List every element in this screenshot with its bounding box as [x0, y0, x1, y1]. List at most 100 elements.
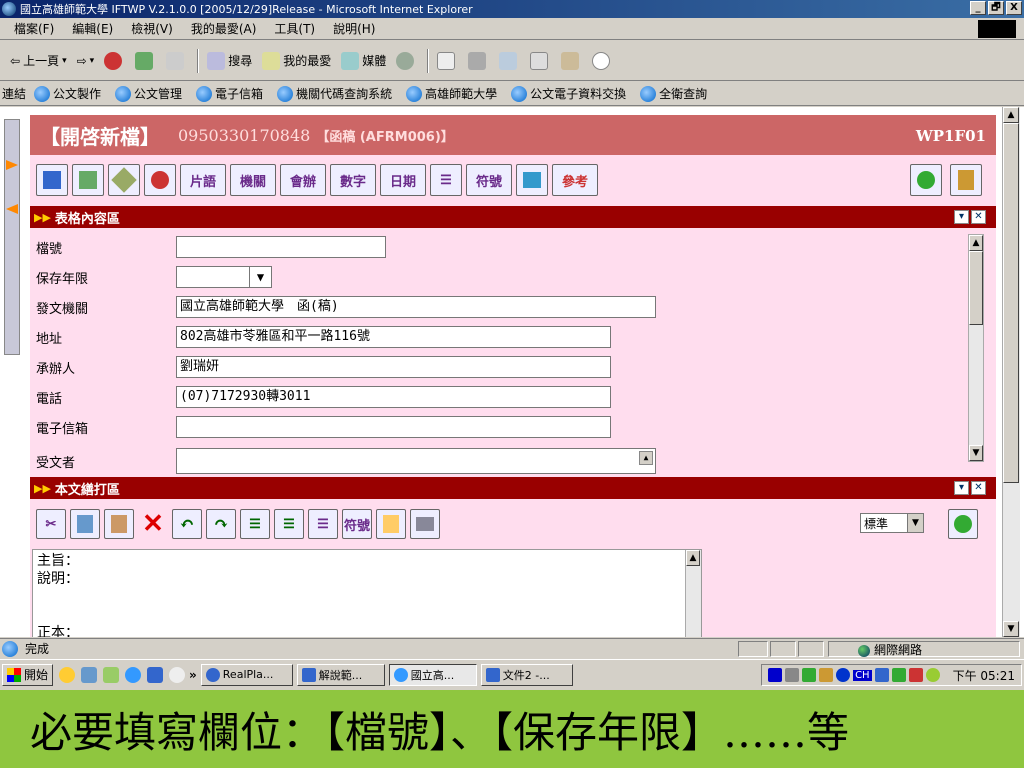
numbered-list-button[interactable]: ☰ [430, 164, 462, 196]
phrase-button[interactable]: 片語 [180, 164, 226, 196]
recipient-input[interactable]: ▲ [176, 448, 656, 474]
close-section-button[interactable]: ✕ [971, 481, 986, 495]
form-scrollbar[interactable]: ▲ ▼ [968, 234, 984, 462]
clipboard-button[interactable] [376, 509, 406, 539]
menu-file[interactable]: 檔案(F) [14, 20, 54, 37]
volume-icon[interactable] [785, 668, 800, 682]
stop-button[interactable] [104, 51, 125, 70]
file-no-input[interactable] [176, 236, 386, 258]
mail-button[interactable] [437, 51, 458, 70]
email-input[interactable] [176, 416, 611, 438]
edit-button[interactable] [499, 51, 520, 70]
scroll-up-button[interactable]: ▲ [686, 550, 700, 566]
redo-button[interactable]: ↷ [206, 509, 236, 539]
forward-button[interactable]: ⇨ ▾ [77, 54, 95, 68]
scroll-down-button[interactable]: ▼ [1003, 621, 1019, 637]
users-icon[interactable] [891, 668, 906, 682]
paste-special-button[interactable] [104, 509, 134, 539]
ime-icon[interactable] [874, 668, 889, 682]
exit-button[interactable] [950, 164, 982, 196]
issuer-input[interactable]: 國立高雄師範大學 函(稿) [176, 296, 656, 318]
undo-button[interactable]: ↶ [172, 509, 202, 539]
style-select[interactable]: 標準 ▼ [860, 513, 924, 533]
info-button[interactable] [144, 164, 176, 196]
collapse-section-button[interactable]: ▾ [954, 210, 969, 224]
tray-security-icon[interactable] [925, 668, 940, 682]
close-button[interactable]: X [1006, 1, 1022, 15]
media-button[interactable]: 媒體 [341, 51, 386, 70]
quicklaunch-search-icon[interactable] [81, 666, 98, 683]
refresh-button[interactable] [135, 51, 156, 70]
quicklaunch-messenger-icon[interactable] [169, 666, 186, 683]
discuss-button[interactable] [530, 51, 551, 70]
layout-button[interactable] [516, 164, 548, 196]
tray-app-icon[interactable] [819, 668, 834, 682]
date-button[interactable]: 日期 [380, 164, 426, 196]
back-button[interactable]: ⇦ 上一頁 ▾ [10, 52, 67, 69]
search-button[interactable]: 搜尋 [207, 51, 252, 70]
symbol-button[interactable]: 符號 [466, 164, 512, 196]
scroll-down-button[interactable]: ▼ [969, 445, 983, 461]
print-button[interactable] [468, 51, 489, 70]
favorites-button[interactable]: 我的最愛 [262, 51, 331, 70]
indent-button[interactable]: ☰ [240, 509, 270, 539]
agency-button[interactable]: 機關 [230, 164, 276, 196]
editor-scrollbar[interactable]: ▲ [685, 550, 701, 637]
tray-alert-icon[interactable] [908, 668, 923, 682]
task-word-doc2[interactable]: 文件2 -... [480, 663, 573, 686]
messenger-button[interactable] [592, 51, 613, 70]
link-university[interactable]: 高雄師範大學 [406, 85, 497, 102]
dropdown-arrow-icon[interactable]: ▼ [907, 514, 923, 532]
copy-button[interactable] [70, 509, 100, 539]
close-section-button[interactable]: ✕ [971, 210, 986, 224]
scroll-up-arrow-icon[interactable]: ▲ [639, 451, 653, 465]
task-ie-university[interactable]: 國立高... [388, 663, 477, 686]
link-edi[interactable]: 公文電子資料交換 [511, 85, 626, 102]
scroll-thumb[interactable] [969, 251, 983, 325]
numbered-list-button[interactable]: ☰ [308, 509, 338, 539]
edit-button[interactable] [108, 164, 140, 196]
history-button[interactable] [396, 51, 417, 70]
body-text-editor[interactable]: 主旨： 說明： 正本： ▲ [32, 549, 702, 637]
expand-arrow-icon[interactable] [6, 160, 18, 170]
scroll-up-button[interactable]: ▲ [969, 235, 983, 251]
link-official-doc-make[interactable]: 公文製作 [34, 85, 101, 102]
side-toggle-panel[interactable] [4, 119, 20, 355]
minimize-button[interactable]: _ [970, 1, 986, 15]
phone-input[interactable]: (07)7172930轉3011 [176, 386, 611, 408]
refresh-editor-button[interactable] [948, 509, 978, 539]
handler-input[interactable]: 劉瑞妍 [176, 356, 611, 378]
number-button[interactable]: 數字 [330, 164, 376, 196]
home-button[interactable] [166, 51, 187, 70]
retention-select[interactable]: ▼ [176, 266, 272, 288]
maximize-button[interactable]: 🗗 [988, 1, 1004, 15]
link-agency-code[interactable]: 機關代碼查詢系統 [277, 85, 392, 102]
quicklaunch-media-icon[interactable] [59, 666, 76, 683]
task-word-explain[interactable]: 解說範... [296, 663, 385, 686]
import-button[interactable] [72, 164, 104, 196]
delete-button[interactable]: ✕ [138, 509, 168, 539]
address-input[interactable]: 802高雄市苓雅區和平一路116號 [176, 326, 611, 348]
menu-tools[interactable]: 工具(T) [274, 20, 315, 37]
input-language-indicator[interactable]: CH [853, 669, 872, 681]
menu-edit[interactable]: 編輯(E) [72, 20, 113, 37]
link-email[interactable]: 電子信箱 [196, 85, 263, 102]
link-official-doc-manage[interactable]: 公文管理 [115, 85, 182, 102]
quicklaunch-word-icon[interactable] [147, 666, 164, 683]
page-scrollbar[interactable]: ▲ ▼ [1002, 107, 1020, 637]
research-button[interactable] [561, 51, 582, 70]
tray-play-icon[interactable] [768, 668, 783, 682]
tray-wave-icon[interactable] [836, 668, 851, 682]
more-chevron-icon[interactable]: » [189, 668, 197, 682]
menu-help[interactable]: 說明(H) [333, 20, 375, 37]
refresh-button[interactable] [910, 164, 942, 196]
outdent-button[interactable]: ☰ [274, 509, 304, 539]
dropdown-arrow-icon[interactable]: ▼ [249, 267, 271, 287]
start-button[interactable]: 開始 [2, 663, 54, 686]
menu-favorites[interactable]: 我的最愛(A) [191, 20, 257, 37]
print-button[interactable] [410, 509, 440, 539]
quicklaunch-edit-icon[interactable] [103, 666, 120, 683]
scroll-up-button[interactable]: ▲ [1003, 107, 1019, 123]
network-icon[interactable] [802, 668, 817, 682]
cosign-button[interactable]: 會辦 [280, 164, 326, 196]
